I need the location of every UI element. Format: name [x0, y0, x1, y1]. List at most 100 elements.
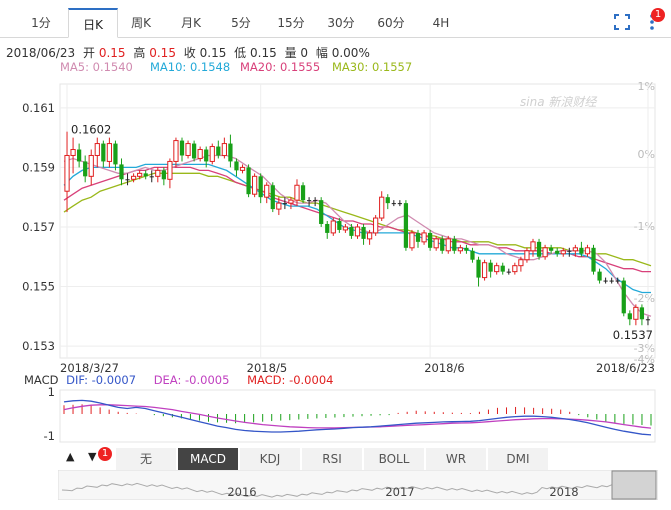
candle-body	[88, 154, 94, 177]
candle-body	[385, 197, 390, 204]
candle-body	[627, 313, 632, 320]
candle-body	[373, 217, 379, 234]
candle-body	[234, 161, 239, 171]
candle-body	[621, 280, 626, 314]
indicator-tab-0[interactable]: 无	[116, 448, 177, 470]
candle-body	[325, 223, 330, 233]
candle-body	[579, 247, 584, 254]
candle-body	[349, 226, 354, 236]
tab-period-6[interactable]: 30分	[318, 8, 364, 38]
candle-body	[518, 259, 524, 267]
candle-body	[70, 149, 76, 156]
candle-body	[252, 175, 258, 195]
watermark: sina 新浪财经	[520, 95, 598, 109]
volume-value: 0	[300, 46, 309, 60]
candle-body	[77, 149, 82, 162]
tab-period-2[interactable]: 周K	[118, 8, 164, 38]
tab-period-3[interactable]: 月K	[168, 8, 214, 38]
overview-navigator[interactable]: 2016 2017 2018	[58, 470, 658, 500]
candle-body	[530, 241, 536, 252]
candle-body	[549, 247, 554, 251]
indicator-tab-2[interactable]: KDJ	[240, 448, 301, 470]
candle-body	[282, 203, 287, 205]
x-tick-label: 2018/6/23	[596, 361, 655, 375]
tab-period-0[interactable]: 1分	[18, 8, 64, 38]
candle-body	[264, 184, 270, 198]
quote-date: 2018/06/23	[6, 46, 76, 60]
candle-body	[361, 226, 366, 239]
candle-body	[294, 184, 300, 201]
candle-body	[397, 203, 402, 205]
scroll-down-button[interactable]: ▼	[88, 450, 96, 463]
indicator-tab-5[interactable]: WR	[426, 448, 487, 470]
candle-body	[204, 149, 209, 162]
candle-body	[101, 143, 106, 162]
max-price-label: 0.1602	[71, 123, 111, 137]
candle-body	[391, 203, 396, 205]
candle-body	[161, 170, 166, 180]
candle-body	[179, 140, 185, 156]
indicator-tab-4[interactable]: BOLL	[364, 448, 425, 470]
pct-tick-label: -1%	[634, 220, 655, 233]
y-tick-label: 0.159	[22, 160, 55, 174]
candle-body	[506, 271, 511, 273]
indicator-tab-1[interactable]: MACD	[178, 448, 239, 470]
tab-period-1[interactable]: 日K	[68, 8, 118, 38]
tab-period-7[interactable]: 60分	[368, 8, 414, 38]
candle-body	[330, 220, 336, 234]
dif-label: DIF: -0.0007	[66, 373, 137, 387]
candle-body	[276, 202, 282, 210]
pct-tick-label: 0%	[638, 148, 655, 161]
macd-axis-label: 1	[48, 386, 55, 399]
y-tick-label: 0.155	[22, 280, 55, 294]
candle-body	[270, 185, 275, 210]
candle-body	[633, 306, 639, 320]
y-tick-label: 0.157	[22, 220, 55, 234]
plot-area	[59, 83, 656, 359]
candle-body	[197, 149, 203, 159]
scroll-up-button[interactable]: ▲	[66, 450, 74, 463]
tab-period-4[interactable]: 5分	[218, 8, 264, 38]
pct-tick-label: -2%	[634, 292, 655, 305]
candlestick-chart[interactable]: sina 新浪财经 0.161 0.159 0.157 0.155 0.153 1% 0% -1…	[0, 76, 671, 376]
candle-body	[379, 196, 385, 219]
indicator-tab-6[interactable]: DMI	[488, 448, 549, 470]
low-value: 0.15	[250, 46, 277, 60]
candle-body	[464, 247, 469, 251]
candle-body	[94, 143, 100, 156]
indicator-tab-3[interactable]: RSI	[302, 448, 363, 470]
candle-body	[428, 232, 433, 248]
macd-axis-label: -1	[44, 429, 55, 443]
candle-body	[113, 143, 118, 165]
candle-body	[119, 164, 124, 180]
fullscreen-icon[interactable]	[612, 12, 632, 32]
candle-body	[403, 203, 409, 248]
amplitude-value: 0.00%	[331, 46, 370, 60]
candle-body	[512, 265, 518, 273]
candle-body	[440, 238, 445, 251]
ma10-label: MA10: 0.1548	[150, 60, 231, 74]
candle-body	[342, 226, 349, 231]
close-value: 0.15	[199, 46, 227, 60]
tab-period-5[interactable]: 15分	[268, 8, 314, 38]
tab-period-8[interactable]: 4H	[418, 8, 464, 38]
candle-body	[452, 238, 457, 251]
candle-body	[185, 143, 191, 156]
candle-body	[584, 247, 591, 255]
candle-body	[555, 250, 560, 254]
candle-body	[167, 160, 173, 180]
overview-year-label: 2018	[549, 485, 578, 499]
candle-body	[155, 169, 161, 177]
macd-legend: MACD DIF: -0.0007 DEA: -0.0005 MACD: -0.…	[24, 373, 333, 387]
candle-body	[319, 200, 324, 224]
indicator-badge: 1	[98, 447, 112, 461]
candle-body	[470, 250, 475, 260]
candle-body	[337, 221, 342, 230]
dea-label: DEA: -0.0005	[153, 373, 230, 387]
period-tab-bar: 1分 日K 周K 月K 5分 15分 30分 60分 4H	[0, 8, 671, 38]
macd-chart[interactable]: 1 -1	[0, 386, 671, 446]
candle-body	[494, 265, 500, 273]
candle-body	[313, 200, 318, 202]
candle-body	[83, 161, 88, 177]
candle-body	[246, 167, 251, 195]
